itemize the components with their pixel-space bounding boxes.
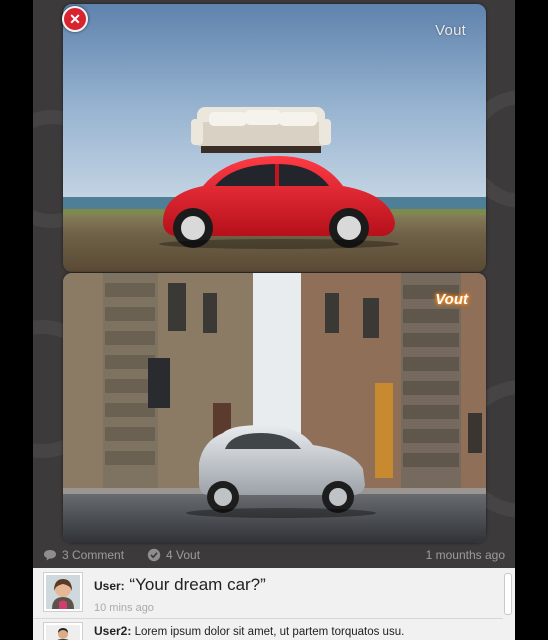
photo-option-1[interactable]: Vout — [63, 4, 486, 272]
user-avatar-image — [46, 575, 80, 609]
votes-count-label: 4 Vout — [166, 548, 201, 562]
votes-count[interactable]: 4 Vout — [147, 548, 200, 562]
comment-item: User2: Lorem ipsum dolor sit amet, ut pa… — [33, 619, 503, 640]
comments-scrollbar[interactable] — [504, 573, 512, 615]
photo-option-2[interactable]: Vout — [63, 273, 486, 543]
post-timestamp: 1 mounths ago — [425, 548, 505, 562]
comment-username[interactable]: User2: — [94, 624, 131, 638]
vote-button[interactable]: Vout — [435, 22, 466, 39]
avatar[interactable] — [43, 622, 83, 640]
comment-bubble-icon — [44, 550, 56, 561]
comment-username[interactable]: User: — [94, 579, 125, 593]
post-stats-bar: 3 Comment 4 Vout 1 mounths ago — [33, 543, 515, 567]
vote-check-icon — [147, 548, 161, 562]
comments-list[interactable]: User: “Your dream car?” 10 mins ago User… — [33, 568, 515, 640]
close-icon: ✕ — [69, 11, 81, 27]
vote-button-selected[interactable]: Vout — [435, 291, 468, 308]
street-car-photo — [63, 273, 486, 543]
comment-text: User2: Lorem ipsum dolor sit amet, ut pa… — [94, 624, 404, 638]
close-button[interactable]: ✕ — [62, 6, 88, 32]
comments-count-label: 3 Comment — [62, 548, 125, 562]
avatar[interactable] — [43, 572, 83, 612]
user-avatar-image — [46, 625, 80, 640]
post-panel: ✕ Vout Vout 3 Comment 4 Vout 1 mounths a… — [33, 0, 515, 640]
comment-text: User: “Your dream car?” — [94, 575, 266, 595]
beach-car-photo — [63, 4, 486, 272]
comment-body: “Your dream car?” — [129, 575, 266, 594]
comment-body: Lorem ipsum dolor sit amet, ut partem to… — [134, 626, 405, 638]
comments-count[interactable]: 3 Comment — [43, 548, 124, 562]
comment-timestamp: 10 mins ago — [94, 602, 154, 614]
comment-item: User: “Your dream car?” 10 mins ago — [33, 568, 503, 619]
